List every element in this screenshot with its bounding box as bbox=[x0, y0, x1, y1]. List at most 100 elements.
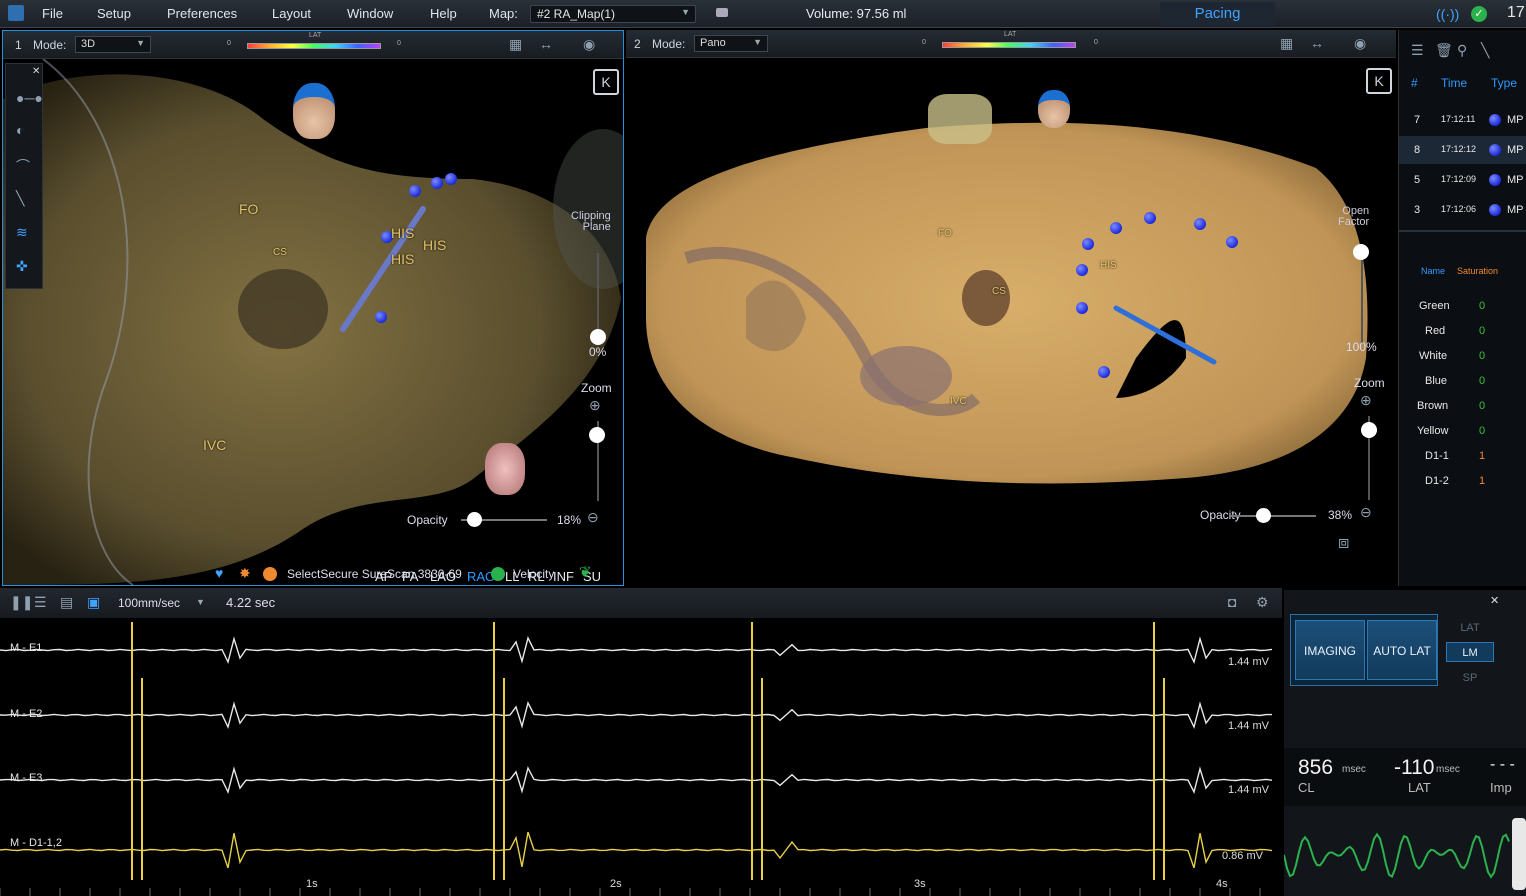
left-tool-palette: ✕ ●─● ◐ ⌒ ╲ ≋ ✜ bbox=[5, 63, 43, 289]
map-select[interactable]: #2 RA_Map(1) ▼ bbox=[530, 5, 696, 23]
layout-icon[interactable]: ▤ bbox=[60, 594, 73, 611]
lat-mode-button[interactable]: LAT bbox=[1446, 618, 1494, 638]
opacity-slider-thumb[interactable] bbox=[1256, 508, 1271, 523]
clipping-slider-thumb[interactable] bbox=[590, 329, 606, 345]
opacity-slider-thumb[interactable] bbox=[467, 512, 482, 527]
trace-label[interactable]: M - D1-1,2 bbox=[10, 837, 62, 849]
orientation-heart-icon[interactable] bbox=[485, 443, 525, 495]
sat-value: 0 bbox=[1479, 375, 1486, 387]
sp-mode-button[interactable]: SP bbox=[1446, 668, 1494, 688]
mapping-point[interactable] bbox=[1144, 212, 1156, 224]
settings-gear-icon[interactable]: ⚙ bbox=[1256, 594, 1269, 611]
grid-icon[interactable]: ▦ bbox=[509, 36, 522, 53]
camera-icon[interactable]: ◘ bbox=[1228, 594, 1236, 610]
col-header-num[interactable]: # bbox=[1411, 76, 1418, 90]
flame-icon[interactable]: ✸ bbox=[239, 565, 251, 582]
camera-icon[interactable] bbox=[716, 8, 728, 17]
left-3d-view[interactable]: 1 Mode: 3D ▼ 0 LAT 0 ▦ ↔ ◉ FO CS HIS HIS … bbox=[2, 30, 624, 586]
probe-icon[interactable]: ╲ bbox=[1481, 42, 1489, 59]
orange-status-icon[interactable] bbox=[263, 567, 277, 581]
close-icon[interactable]: ✕ bbox=[32, 66, 40, 77]
table-row[interactable]: 3 17:12:06 MP bbox=[1399, 196, 1526, 224]
imaging-button[interactable]: IMAGING bbox=[1295, 620, 1365, 680]
mapping-point[interactable] bbox=[1194, 218, 1206, 230]
trace-label[interactable]: M - E2 bbox=[10, 708, 42, 720]
trash-icon[interactable]: 🗑 bbox=[1435, 42, 1453, 59]
pause-icon[interactable]: ❚❚ bbox=[10, 594, 33, 611]
orientation-head-icon[interactable] bbox=[293, 83, 335, 139]
close-icon[interactable]: ✕ bbox=[1490, 594, 1499, 607]
mapping-point[interactable] bbox=[1082, 238, 1094, 250]
eye-icon[interactable]: ◉ bbox=[583, 36, 595, 53]
menu-help[interactable]: Help bbox=[430, 6, 457, 21]
mapping-point[interactable] bbox=[1110, 222, 1122, 234]
lasso-tool-icon[interactable]: ◐ bbox=[16, 122, 24, 138]
valve-model[interactable] bbox=[928, 94, 992, 144]
mode-select[interactable]: Pano ▼ bbox=[694, 35, 768, 52]
catheter-name[interactable]: SelectSecure SureScan 3830-69 bbox=[287, 567, 462, 581]
opacity-slider-track[interactable] bbox=[1230, 515, 1316, 517]
lat-color-bar[interactable] bbox=[247, 43, 381, 49]
eye-icon[interactable]: ◉ bbox=[1354, 35, 1366, 52]
image-icon[interactable]: ▣ bbox=[87, 594, 100, 611]
col-header-time[interactable]: Time bbox=[1441, 76, 1467, 90]
mapping-point[interactable] bbox=[1076, 302, 1088, 314]
menu-preferences[interactable]: Preferences bbox=[167, 6, 237, 21]
table-row[interactable]: 5 17:12:09 MP bbox=[1399, 166, 1526, 194]
pacing-status[interactable]: Pacing bbox=[1160, 2, 1275, 26]
signal-tool-icon[interactable]: ⌒ bbox=[16, 156, 30, 176]
grid-icon[interactable]: ▦ bbox=[1280, 35, 1293, 52]
clipping-slider-track[interactable] bbox=[597, 253, 599, 333]
menu-file[interactable]: File bbox=[42, 6, 63, 21]
mapping-point[interactable] bbox=[445, 173, 457, 185]
zoom-out-icon[interactable]: ⊖ bbox=[1360, 504, 1372, 521]
trace-label[interactable]: M - E3 bbox=[10, 772, 42, 784]
mapping-point[interactable] bbox=[1226, 236, 1238, 248]
pano-anatomy[interactable] bbox=[626, 58, 1396, 584]
catheter-tool-icon[interactable]: ●─● bbox=[16, 90, 43, 106]
menu-window[interactable]: Window bbox=[347, 6, 393, 21]
zoom-in-icon[interactable]: ⊕ bbox=[589, 397, 601, 414]
view-inf[interactable]: INF bbox=[553, 569, 574, 584]
zoom-slider-thumb[interactable] bbox=[589, 427, 605, 443]
pin-icon[interactable]: ⚲ bbox=[1457, 42, 1467, 59]
chevron-down-icon[interactable]: ▼ bbox=[196, 597, 205, 607]
heart-icon[interactable]: ♥ bbox=[215, 565, 223, 581]
mapping-point[interactable] bbox=[409, 185, 421, 197]
resize-arrows-icon[interactable]: ↔ bbox=[539, 36, 553, 52]
right-pano-view[interactable]: 2 Mode: Pano ▼ 0 LAT 0 ▦ ↔ ◉ FO CS HIS IV… bbox=[626, 30, 1396, 586]
sweep-speed-select[interactable]: 100mm/sec bbox=[118, 596, 180, 610]
list-icon[interactable]: ☰ bbox=[1411, 42, 1424, 59]
lungs-icon[interactable]: ❦ bbox=[579, 563, 592, 581]
egm-toolbar: ❚❚ ☰ ▤ ▣ 100mm/sec ▼ 4.22 sec ◘ ⚙ bbox=[0, 588, 1282, 618]
lat-color-bar[interactable] bbox=[942, 42, 1076, 48]
zoom-out-icon[interactable]: ⊖ bbox=[587, 509, 599, 526]
menu-setup[interactable]: Setup bbox=[97, 6, 131, 21]
probe-tool-icon[interactable]: ╲ bbox=[16, 190, 24, 207]
zoom-in-icon[interactable]: ⊕ bbox=[1360, 392, 1372, 409]
lm-mode-button[interactable]: LM bbox=[1446, 642, 1494, 662]
target-icon[interactable]: ✜ bbox=[16, 258, 28, 275]
app-logo-icon[interactable] bbox=[8, 5, 24, 21]
list-icon[interactable]: ☰ bbox=[34, 594, 47, 611]
col-header-type[interactable]: Type bbox=[1491, 76, 1517, 90]
resize-arrows-icon[interactable]: ↔ bbox=[1310, 35, 1324, 51]
table-row[interactable]: 8 17:12:12 MP bbox=[1399, 136, 1526, 164]
menu-layout[interactable]: Layout bbox=[272, 6, 311, 21]
open-factor-track[interactable] bbox=[1361, 256, 1363, 344]
orientation-head-icon[interactable] bbox=[1038, 90, 1070, 128]
water-level-icon[interactable]: ≋ bbox=[16, 224, 28, 241]
mode-select[interactable]: 3D ▼ bbox=[75, 36, 151, 53]
mapping-point[interactable] bbox=[431, 177, 443, 189]
mapping-point[interactable] bbox=[1076, 264, 1088, 276]
velocity-label[interactable]: Velocity bbox=[513, 567, 554, 581]
mesh-icon[interactable]: ⧈ bbox=[1338, 532, 1349, 553]
egm-traces[interactable]: M - E1 M - E2 M - E3 M - D1-1,2 1.44 mV … bbox=[0, 618, 1282, 896]
auto-lat-button[interactable]: AUTO LAT bbox=[1367, 620, 1437, 680]
trace-label[interactable]: M - E1 bbox=[10, 642, 42, 654]
table-row[interactable]: 7 17:12:11 MP bbox=[1399, 106, 1526, 134]
mapping-point[interactable] bbox=[375, 311, 387, 323]
open-factor-thumb[interactable] bbox=[1353, 244, 1369, 260]
mapping-point[interactable] bbox=[1098, 366, 1110, 378]
zoom-slider-thumb[interactable] bbox=[1361, 422, 1377, 438]
